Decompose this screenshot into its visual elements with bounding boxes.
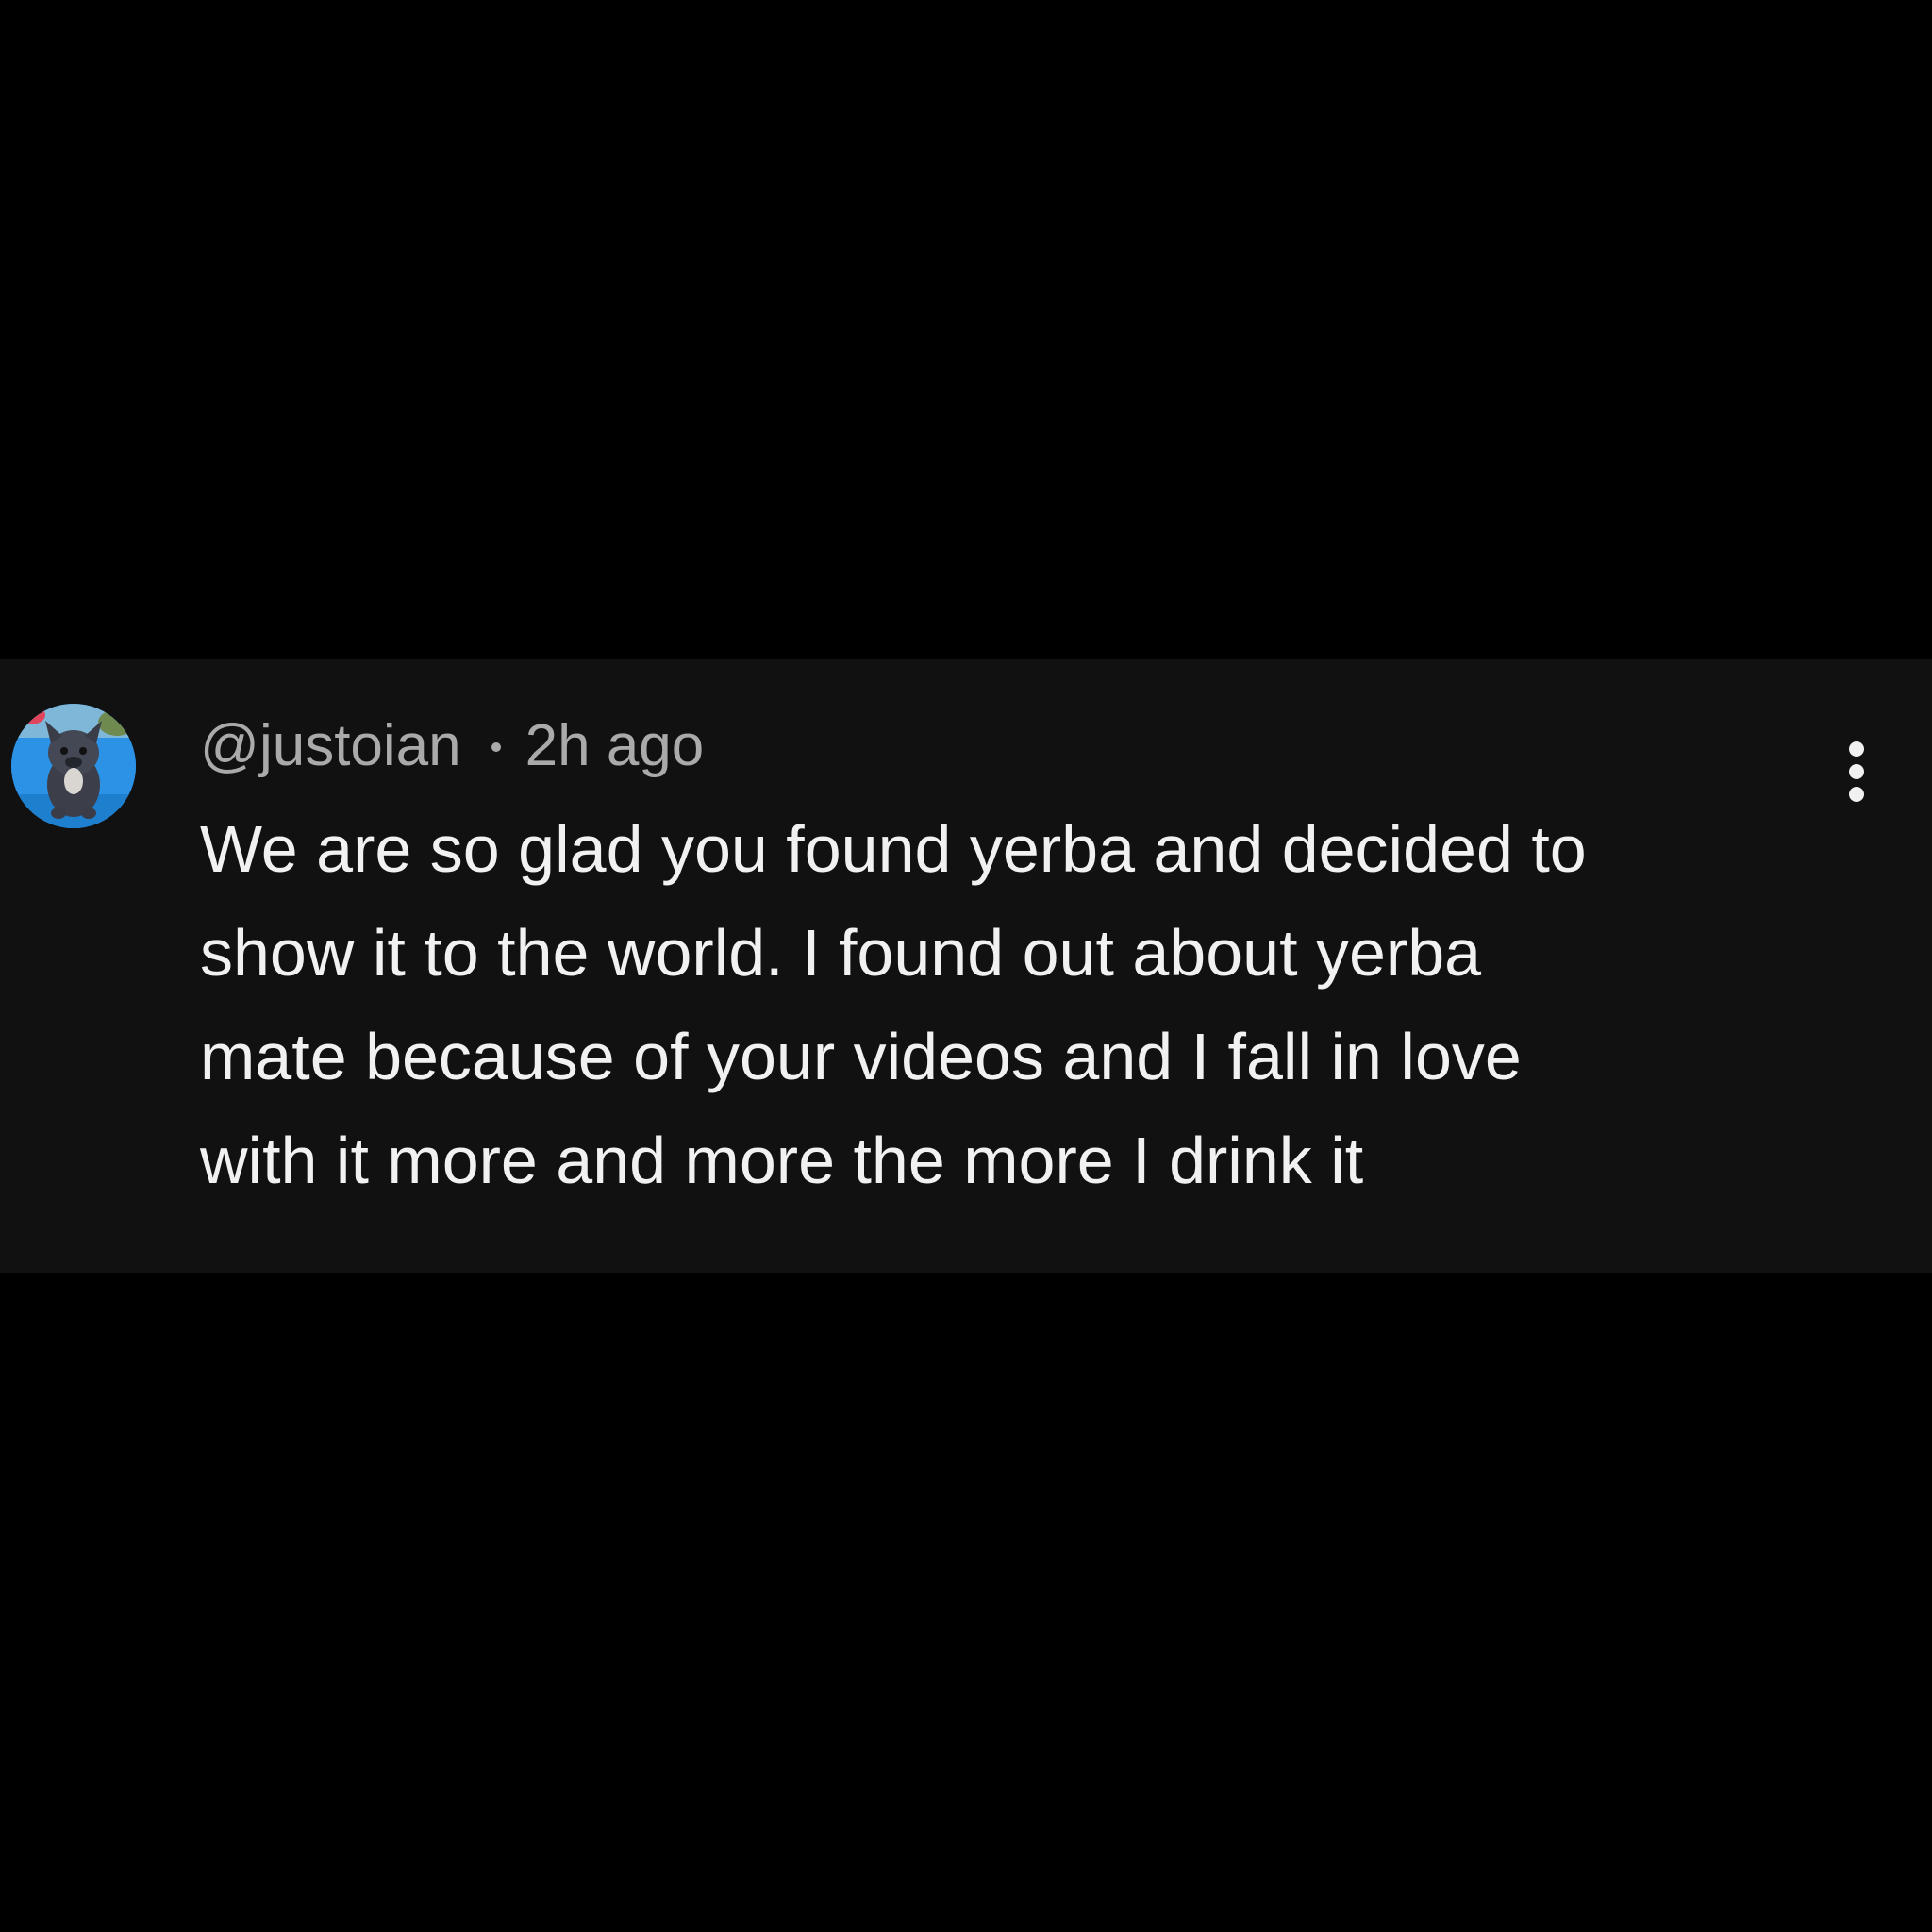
- comment-timestamp: 2h ago: [525, 712, 705, 778]
- separator-dot: [491, 742, 501, 752]
- comment-body: We are so glad you found yerba and decid…: [200, 797, 1804, 1212]
- comment-body-line: show it to the world. I found out about …: [200, 916, 1482, 990]
- more-vertical-icon-dot: [1849, 787, 1864, 802]
- more-vertical-icon-dot: [1849, 764, 1864, 779]
- french-bulldog-avatar-icon: [11, 704, 136, 828]
- more-vertical-icon: [1849, 741, 1864, 757]
- comment-body-line: We are so glad you found yerba and decid…: [200, 812, 1587, 886]
- more-options-button[interactable]: [1828, 726, 1885, 817]
- screenshot-stage: @justoian 2h ago We are so glad you foun…: [0, 0, 1932, 1932]
- comment-body-line: with it more and more the more I drink i…: [200, 1124, 1364, 1197]
- comment-meta: @justoian 2h ago: [200, 709, 704, 781]
- avatar[interactable]: [11, 704, 136, 828]
- comment-body-line: mate because of your videos and I fall i…: [200, 1020, 1522, 1093]
- author-handle[interactable]: @justoian: [200, 712, 461, 779]
